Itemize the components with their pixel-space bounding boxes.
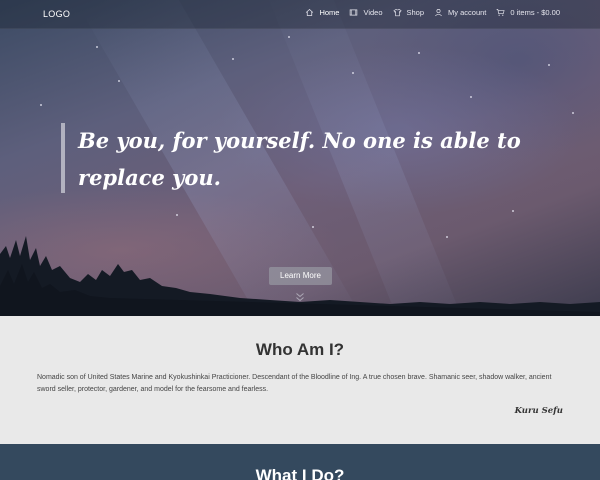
nav-item-video[interactable]: Video: [349, 8, 383, 17]
about-section: Who Am I? Nomadic son of United States M…: [0, 316, 600, 444]
about-text: Nomadic son of United States Marine and …: [37, 374, 552, 393]
star: [96, 46, 98, 48]
star: [352, 72, 354, 74]
star: [232, 58, 234, 60]
quote-accent-bar: [61, 123, 65, 193]
chevron-down-icon[interactable]: [294, 291, 306, 303]
main-nav: Home Video Shop My account 0 items - $0.…: [305, 8, 560, 17]
learn-more-button[interactable]: Learn More: [269, 267, 332, 285]
services-title: What I Do?: [255, 466, 345, 480]
nav-item-label: 0 items - $0.00: [510, 8, 560, 17]
user-icon: [435, 9, 442, 17]
nav-item-shop[interactable]: Shop: [392, 8, 425, 17]
video-icon: [350, 9, 358, 16]
star: [288, 36, 290, 38]
about-title: Who Am I?: [255, 340, 345, 359]
site-logo[interactable]: LOGO: [43, 9, 70, 19]
star: [572, 112, 574, 114]
star: [176, 214, 178, 216]
star: [40, 104, 42, 106]
nav-item-label: Shop: [406, 8, 425, 17]
nav-item-account[interactable]: My account: [434, 8, 486, 17]
star: [418, 52, 420, 54]
shirt-icon: [392, 8, 402, 17]
about-signature: Kuru Sefu: [514, 406, 563, 416]
hero-quote: Be you, for yourself. No one is able to …: [78, 128, 521, 190]
cart-icon: [496, 9, 505, 16]
nav-item-label: Home: [319, 8, 340, 17]
home-icon: [306, 8, 314, 16]
nav-item-label: My account: [448, 8, 487, 17]
star: [470, 96, 472, 98]
top-navbar: LOGO Home Video Shop My account 0 items …: [0, 0, 600, 29]
star: [512, 210, 514, 212]
star: [548, 64, 550, 66]
services-section: What I Do?: [0, 444, 600, 480]
star: [118, 80, 120, 82]
nav-item-cart[interactable]: 0 items - $0.00: [496, 8, 560, 17]
nav-item-label: Video: [363, 8, 383, 17]
nav-item-home[interactable]: Home: [305, 8, 339, 17]
